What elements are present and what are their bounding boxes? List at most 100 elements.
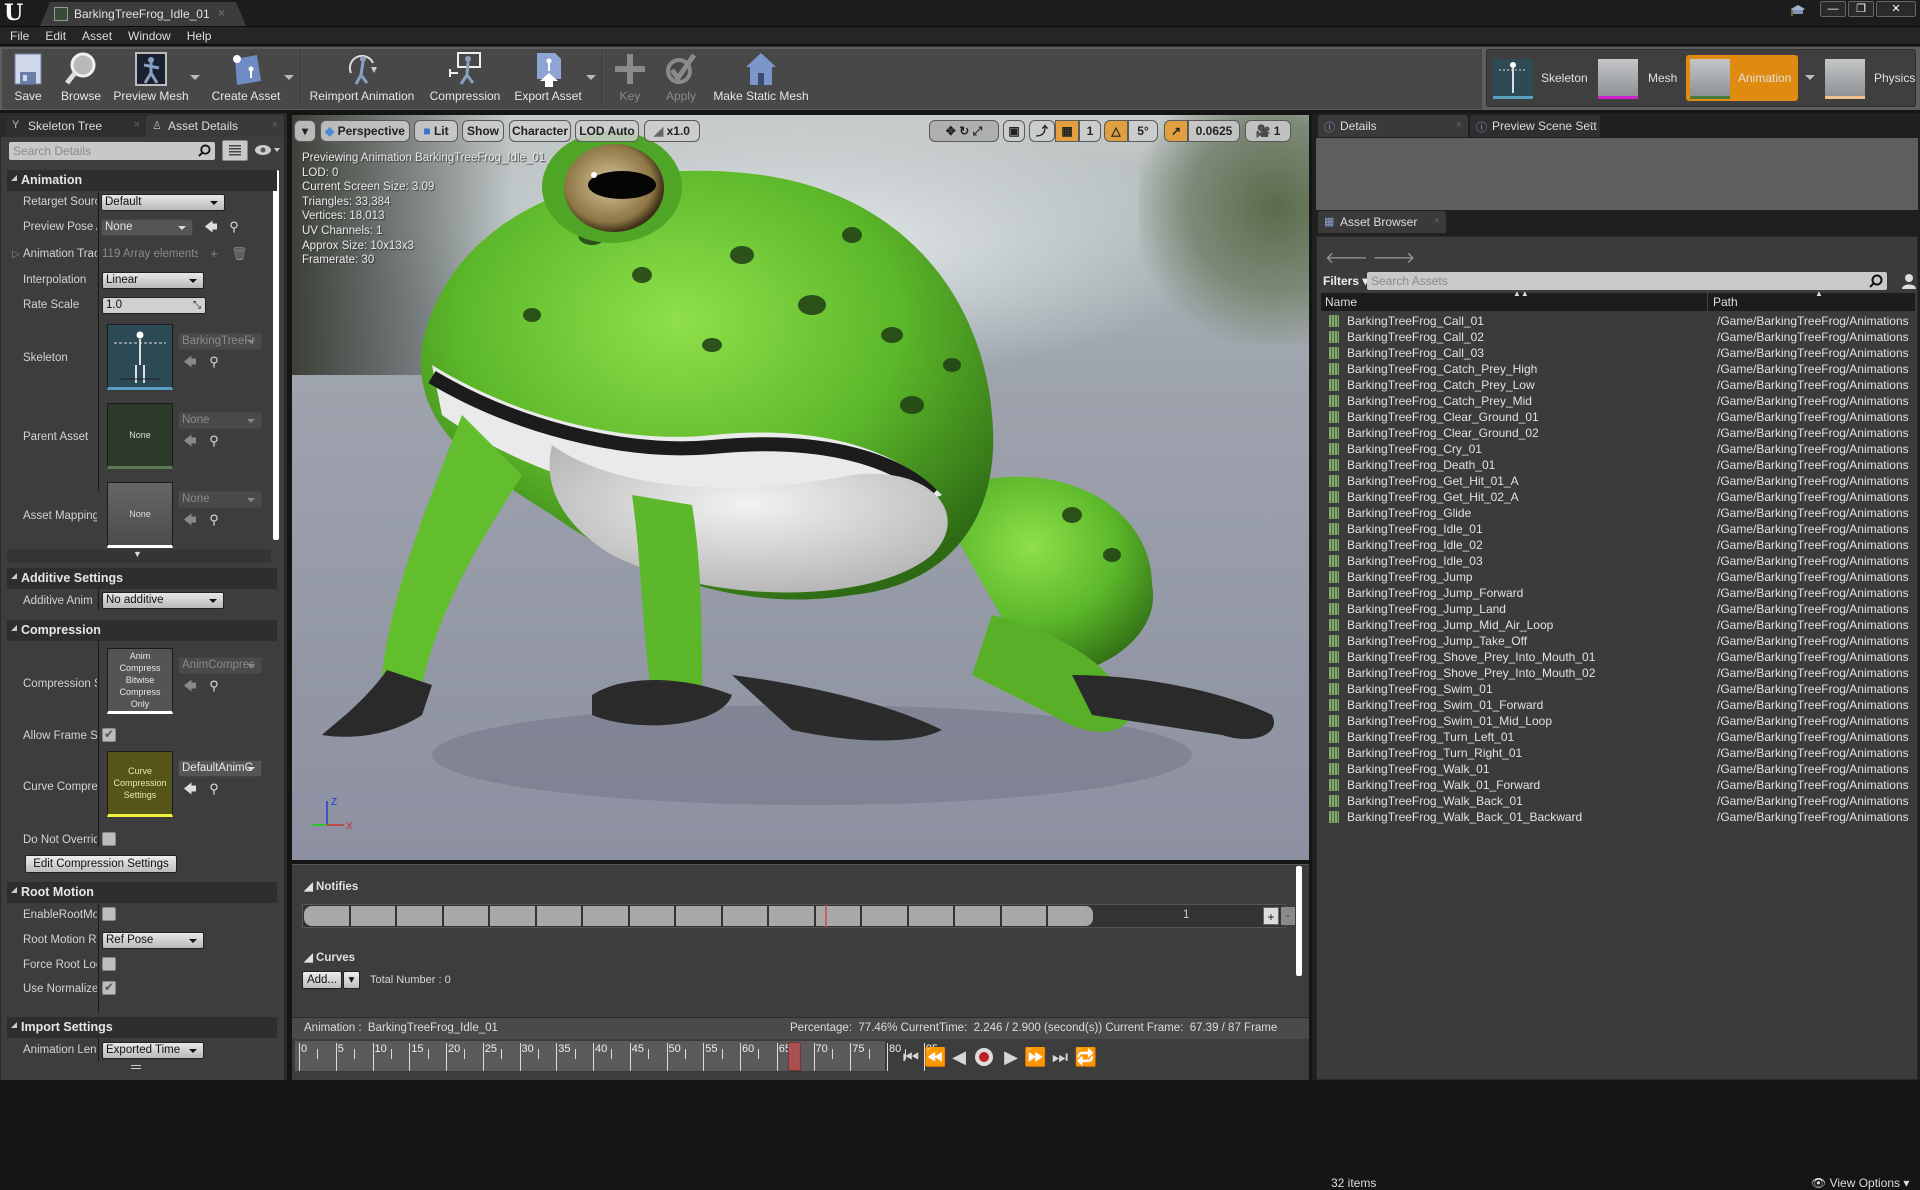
key-button[interactable]: Key [608, 49, 652, 109]
menu-edit[interactable]: Edit [37, 27, 74, 45]
asset-list-item[interactable]: BarkingTreeFrog_Catch_Prey_High/Game/Bar… [1321, 361, 1915, 377]
asset-list-item[interactable]: BarkingTreeFrog_Jump_Land/Game/BarkingTr… [1321, 601, 1915, 617]
learn-icon[interactable] [1790, 3, 1806, 19]
animation-length-combo[interactable]: Exported Time [102, 1042, 204, 1059]
play-forward-button[interactable]: ▶ [1000, 1045, 1022, 1069]
edit-compression-settings-button[interactable]: Edit Compression Settings [25, 855, 177, 873]
export-asset-button[interactable]: Export Asset [510, 49, 586, 109]
menu-asset[interactable]: Asset [74, 27, 120, 45]
asset-list-item[interactable]: BarkingTreeFrog_Turn_Left_01/Game/Barkin… [1321, 729, 1915, 745]
asset-list-item[interactable]: BarkingTreeFrog_Swim_01_Forward/Game/Bar… [1321, 697, 1915, 713]
asset-list-item[interactable]: BarkingTreeFrog_Get_Hit_02_A/Game/Barkin… [1321, 489, 1915, 505]
mode-mesh[interactable]: Mesh [1598, 55, 1683, 101]
add-curve-button[interactable]: Add... [302, 971, 342, 989]
viewport-options-dropdown[interactable]: ▾ [294, 120, 316, 142]
close-tab-icon[interactable]: × [134, 119, 140, 131]
curve-compression-combo[interactable]: DefaultAnimC [178, 760, 262, 777]
back-arrow-icon[interactable]: 🡐 [1325, 250, 1368, 267]
make-static-mesh-button[interactable]: Make Static Mesh [710, 49, 812, 109]
translate-icon[interactable]: ✥ [946, 124, 956, 138]
asset-list-item[interactable]: BarkingTreeFrog_Call_01/Game/BarkingTree… [1321, 313, 1915, 329]
remove-notify-track-button[interactable]: - [1281, 907, 1295, 925]
column-path-header[interactable]: Path [1713, 295, 1738, 309]
section-root-motion[interactable]: Root Motion [7, 882, 277, 903]
menu-file[interactable]: File [0, 27, 37, 45]
lit-button[interactable]: ■ Lit [414, 120, 458, 142]
skeleton-combo[interactable]: BarkingTreeFr [178, 333, 262, 350]
tab-details[interactable]: ⓘ Details × [1318, 115, 1468, 137]
use-selected-arrow-icon[interactable]: 🡄 [204, 220, 218, 234]
show-button[interactable]: Show [462, 120, 504, 142]
asset-list-item[interactable]: BarkingTreeFrog_Walk_Back_01/Game/Barkin… [1321, 793, 1915, 809]
restore-button[interactable]: ❐ [1848, 1, 1874, 17]
section-import-settings[interactable]: Import Settings [7, 1017, 277, 1038]
asset-list-item[interactable]: BarkingTreeFrog_Call_02/Game/BarkingTree… [1321, 329, 1915, 345]
view-options-eye-icon[interactable] [252, 142, 282, 158]
perspective-button[interactable]: ◆ Perspective [320, 120, 410, 142]
asset-list-item[interactable]: BarkingTreeFrog_Catch_Prey_Mid/Game/Bark… [1321, 393, 1915, 409]
notify-track[interactable]: 1 + - [302, 904, 1295, 928]
scale-icon[interactable]: ⤢ [973, 124, 983, 138]
tab-skeleton-tree[interactable]: Y Skeleton Tree × [6, 115, 146, 137]
spin-arrows-icon[interactable]: ⤡ [193, 298, 201, 313]
step-forward-button[interactable]: ⏩ [1024, 1045, 1046, 1069]
asset-list-item[interactable]: BarkingTreeFrog_Glide/Game/BarkingTreeFr… [1321, 505, 1915, 521]
asset-list-item[interactable]: BarkingTreeFrog_Idle_01/Game/BarkingTree… [1321, 521, 1915, 537]
filters-button[interactable]: Filters ▾ [1323, 274, 1368, 288]
record-button[interactable] [972, 1045, 996, 1069]
view-options-button[interactable]: 👁 View Options ▾ [1811, 1176, 1909, 1190]
save-button[interactable]: Save [6, 49, 50, 109]
use-selected-arrow-icon[interactable]: 🡄 [183, 434, 197, 448]
section-additive-settings[interactable]: Additive Settings [7, 568, 277, 589]
search-details-input[interactable]: Search Details [9, 142, 215, 160]
use-normalized-checkbox[interactable] [102, 980, 116, 995]
create-asset-button[interactable]: Create Asset [208, 49, 284, 109]
scale-snap-toggle[interactable]: ↗ [1164, 120, 1188, 142]
force-root-lock-checkbox[interactable] [102, 957, 116, 971]
scale-snap-value[interactable]: 0.0625 [1188, 120, 1240, 142]
asset-mapping-combo[interactable]: None [178, 491, 262, 508]
browse-search-icon[interactable]: ⚲ [207, 513, 221, 527]
browse-search-icon[interactable]: ⚲ [207, 679, 221, 693]
use-selected-arrow-icon[interactable]: 🡄 [183, 513, 197, 527]
enable-root-motion-checkbox[interactable] [102, 907, 116, 921]
character-button[interactable]: Character [509, 120, 571, 142]
details-scrollbar[interactable] [273, 170, 279, 540]
section-compression[interactable]: Compression [7, 620, 277, 641]
animation-mode-dropdown-icon[interactable] [1805, 75, 1815, 80]
preview-mesh-dropdown-icon[interactable] [190, 75, 200, 80]
loop-toggle-button[interactable]: 🔁 [1074, 1045, 1098, 1069]
retarget-source-combo[interactable]: Default [101, 194, 225, 211]
asset-list-item[interactable]: BarkingTreeFrog_Call_03/Game/BarkingTree… [1321, 345, 1915, 361]
export-asset-dropdown-icon[interactable] [586, 75, 596, 80]
rotate-icon[interactable]: ↻ [959, 124, 969, 138]
playback-speed-button[interactable]: ◢ x1.0 [644, 120, 700, 142]
compression-button[interactable]: Compression [428, 49, 502, 109]
minimize-button[interactable]: — [1820, 1, 1846, 17]
close-tab-icon[interactable]: × [1434, 215, 1440, 227]
step-back-button[interactable]: ⏪ [924, 1045, 946, 1069]
close-tab-icon[interactable]: × [1588, 119, 1594, 131]
asset-list-item[interactable]: BarkingTreeFrog_Jump_Take_Off/Game/Barki… [1321, 633, 1915, 649]
use-selected-arrow-icon[interactable]: 🡄 [183, 355, 197, 369]
curve-compression-thumbnail[interactable]: Curve Compression Settings [107, 751, 173, 817]
forward-arrow-icon[interactable]: 🡒 [1372, 250, 1415, 267]
close-tab-icon[interactable]: × [272, 119, 278, 131]
search-assets-input[interactable]: Search Assets [1367, 272, 1887, 290]
asset-list-item[interactable]: BarkingTreeFrog_Jump_Mid_Air_Loop/Game/B… [1321, 617, 1915, 633]
advanced-expander[interactable]: ▼ [7, 549, 271, 563]
preview-mesh-button[interactable]: Preview Mesh [112, 49, 190, 109]
skip-to-start-button[interactable]: ⏮ [898, 1045, 924, 1069]
close-tab-icon[interactable]: × [218, 6, 225, 20]
tab-asset-details[interactable]: ♙ Asset Details × [146, 115, 284, 137]
notifies-header[interactable]: ◢ Notifies [304, 879, 358, 893]
browse-search-icon[interactable]: ⚲ [207, 355, 221, 369]
asset-list-item[interactable]: BarkingTreeFrog_Swim_01_Mid_Loop/Game/Ba… [1321, 713, 1915, 729]
mode-animation[interactable]: Animation [1686, 55, 1798, 101]
reimport-animation-button[interactable]: Reimport Animation [306, 49, 418, 109]
create-asset-dropdown-icon[interactable] [284, 75, 294, 80]
compression-scheme-combo[interactable]: AnimCompres [178, 657, 262, 674]
browse-button[interactable]: Browse [58, 49, 104, 109]
skeleton-thumbnail[interactable] [107, 324, 173, 390]
rate-scale-input[interactable]: 1.0 ⤡ [102, 297, 206, 314]
